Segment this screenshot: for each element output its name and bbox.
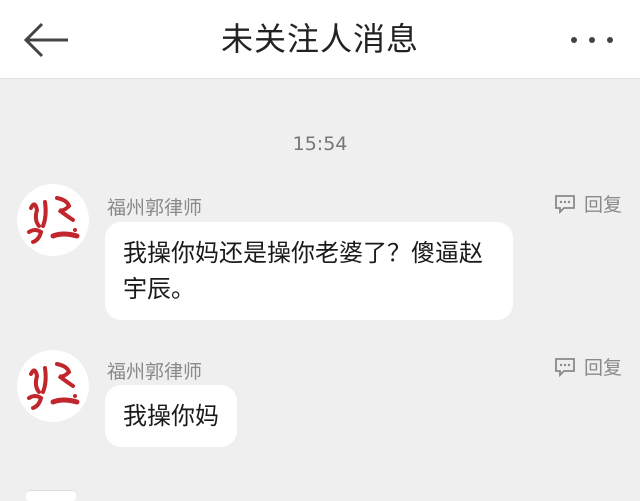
sender-name[interactable]: 福州郭律师 xyxy=(107,357,202,384)
reply-label: 回复 xyxy=(583,357,622,379)
page-title: 未关注人消息 xyxy=(220,20,419,58)
message-bubble[interactable]: 我操你妈还是操你老婆了？傻逼赵宇辰。 xyxy=(105,222,513,320)
comment-icon xyxy=(555,357,575,377)
reply-button[interactable]: 回复 xyxy=(554,190,622,217)
avatar[interactable] xyxy=(17,350,89,422)
message-timestamp: 15:54 xyxy=(292,133,348,155)
reply-label: 回复 xyxy=(583,194,622,216)
reply-button[interactable]: 回复 xyxy=(554,353,622,380)
avatar[interactable] xyxy=(17,184,89,256)
calligraphy-avatar-icon xyxy=(27,196,80,244)
sender-name[interactable]: 福州郭律师 xyxy=(107,193,202,220)
comment-icon xyxy=(555,194,575,214)
header-bar: 未关注人消息 xyxy=(0,0,640,79)
message-bubble[interactable]: 我操你妈 xyxy=(105,385,237,447)
arrow-left-icon xyxy=(23,22,68,58)
more-button[interactable] xyxy=(566,22,618,58)
more-dots-icon xyxy=(571,37,613,43)
calligraphy-avatar-icon xyxy=(27,362,80,410)
back-button[interactable] xyxy=(18,18,74,62)
